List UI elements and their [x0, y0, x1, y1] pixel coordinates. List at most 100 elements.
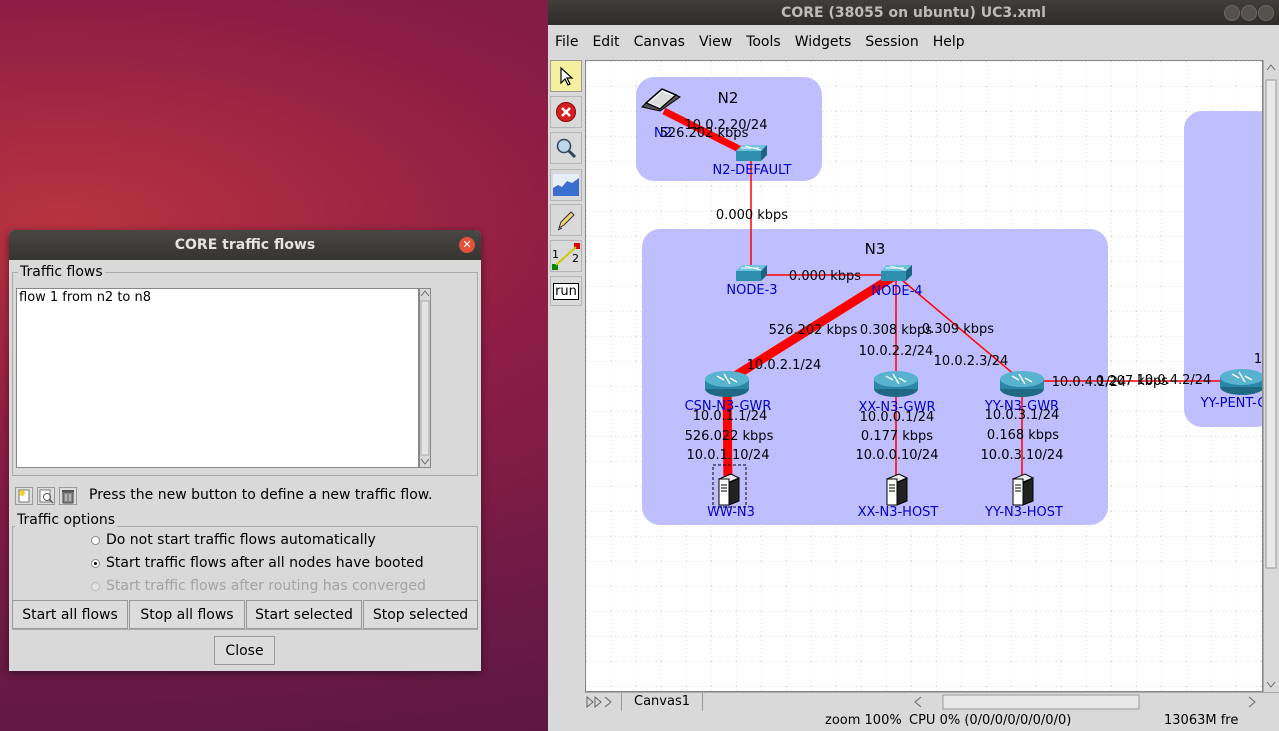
main-titlebar: CORE (38055 on ubuntu) UC3.xml [548, 0, 1279, 25]
list-item[interactable]: flow 1 from n2 to n8 [19, 290, 416, 305]
vertical-scroll-thumb[interactable] [1265, 79, 1277, 569]
left-toolbar: 1 2 run [548, 59, 585, 709]
menubar: File Edit Canvas View Tools Widgets Sess… [548, 28, 1279, 56]
menu-edit[interactable]: Edit [585, 34, 626, 50]
flow-list-scrollbar[interactable] [419, 288, 431, 468]
node-4[interactable] [880, 264, 913, 282]
marker-button[interactable] [550, 204, 582, 236]
node-3[interactable] [735, 264, 768, 282]
stop-all-flows-button[interactable]: Stop all flows [129, 600, 245, 629]
node-label: XX-N3-HOST [858, 505, 939, 520]
hscroll-right-icon[interactable] [1248, 696, 1256, 708]
tab-scroll-right-icon[interactable] [604, 696, 612, 708]
memory-status: 13063M fre [1164, 713, 1239, 728]
start-selected-button[interactable]: Start selected [246, 600, 362, 629]
node-ww-n3[interactable] [718, 473, 740, 506]
run-tool-label: run [553, 282, 579, 300]
select-tool-button[interactable] [550, 60, 582, 92]
menu-tools[interactable]: Tools [739, 34, 788, 50]
menu-file[interactable]: File [548, 34, 585, 50]
ip-label: 10.0.4.2/24 [1137, 373, 1212, 388]
server-icon [886, 473, 908, 506]
delete-flow-button[interactable] [59, 487, 77, 505]
traffic-flows-dialog: CORE traffic flows ✕ Traffic flows flow … [9, 230, 481, 671]
tab-canvas1[interactable]: Canvas1 [621, 693, 703, 711]
edit-flow-icon [39, 489, 54, 504]
node-yy-n3-gwr[interactable] [999, 370, 1045, 398]
node-label: YY-PENT-G [1200, 396, 1262, 411]
stop-button[interactable] [550, 96, 582, 128]
horizontal-scroll-thumb[interactable] [942, 694, 1140, 710]
group-label-n2: N2 [718, 89, 739, 107]
menu-session[interactable]: Session [858, 34, 925, 50]
scroll-thumb[interactable] [420, 300, 430, 456]
option-label: Do not start traffic flows automatically [106, 532, 376, 548]
ip-label: 10.0.2.2/24 [859, 344, 934, 359]
canvas-tabs-and-scrollbar: Canvas1 [585, 692, 1279, 711]
plot-icon [553, 174, 579, 196]
node-yy-pent-g[interactable] [1219, 368, 1262, 396]
node-yy-n3-host[interactable] [1012, 473, 1034, 506]
radio-button[interactable] [91, 535, 100, 545]
option-start-after-boot[interactable]: Start traffic flows after all nodes have… [91, 555, 424, 571]
tool-label-1: 1 [552, 248, 559, 261]
scroll-up-icon[interactable] [420, 290, 430, 297]
group-label-n3: N3 [865, 240, 886, 258]
network-canvas[interactable]: N2 N3 N2 N2-DEFAULT NODE-3 NODE-4 CSN-N3… [585, 60, 1263, 692]
option-no-autostart[interactable]: Do not start traffic flows automatically [91, 532, 376, 548]
rate-label: 0.168 kbps [987, 428, 1059, 443]
zoom-button[interactable] [550, 132, 582, 164]
ip-label: 10.0.1.1/24 [693, 409, 768, 424]
menu-canvas[interactable]: Canvas [627, 34, 692, 50]
close-icon[interactable] [1258, 5, 1274, 21]
start-all-flows-button[interactable]: Start all flows [12, 600, 128, 629]
hscroll-left-icon[interactable] [914, 696, 922, 708]
flow-list[interactable]: flow 1 from n2 to n8 [16, 288, 419, 468]
option-label: Start traffic flows after routing has co… [106, 578, 426, 594]
node-xx-n3-host[interactable] [886, 473, 908, 506]
router-icon [999, 370, 1045, 398]
menu-widgets[interactable]: Widgets [788, 34, 859, 50]
new-flow-button[interactable] [15, 487, 33, 505]
router-icon [704, 370, 750, 398]
close-button[interactable]: Close [214, 636, 275, 665]
scroll-up-icon[interactable] [1266, 64, 1276, 71]
edge-fragment-label: 1 [1254, 352, 1262, 367]
node-label: NODE-4 [871, 284, 922, 299]
edit-flow-button[interactable] [37, 487, 55, 505]
menu-help[interactable]: Help [926, 34, 972, 50]
scroll-down-icon[interactable] [420, 458, 430, 465]
run-tool-button[interactable]: run [550, 276, 582, 306]
rate-label: 526.202 kbps [660, 126, 749, 141]
window-title: CORE (38055 on ubuntu) UC3.xml [781, 4, 1046, 21]
close-icon[interactable]: ✕ [459, 237, 475, 253]
maximize-icon[interactable] [1241, 5, 1257, 21]
node-n2-default[interactable] [735, 144, 768, 162]
trash-icon [62, 490, 74, 504]
traffic-options-group-label: Traffic options [15, 512, 118, 528]
server-icon [718, 473, 740, 506]
minimize-icon[interactable] [1224, 5, 1240, 21]
throughput-plot-button[interactable] [550, 169, 582, 201]
router-icon [873, 370, 919, 398]
ip-label: 10.0.0.1/24 [860, 410, 935, 425]
scroll-down-icon[interactable] [1266, 681, 1276, 688]
zoom-status: zoom 100% [825, 713, 902, 728]
core-main-window: CORE (38055 on ubuntu) UC3.xml File Edit… [548, 0, 1279, 731]
rate-label: 0.000 kbps [789, 269, 861, 284]
vertical-scrollbar[interactable] [1263, 60, 1278, 692]
new-flow-icon [18, 489, 30, 503]
rate-label: 0.177 kbps [861, 429, 933, 444]
stop-selected-button[interactable]: Stop selected [363, 600, 478, 629]
node-xx-n3-gwr[interactable] [873, 370, 919, 398]
rate-label: 0.000 kbps [716, 208, 788, 223]
node-csn-n3-gwr[interactable] [704, 370, 750, 398]
two-node-tool-button[interactable]: 1 2 [550, 240, 582, 272]
router-icon [1219, 368, 1262, 396]
menu-view[interactable]: View [692, 34, 739, 50]
switch-icon [735, 264, 768, 282]
tab-scroll-left-icon[interactable] [586, 695, 602, 709]
radio-button-selected[interactable] [91, 558, 100, 568]
magnifier-icon [556, 138, 577, 159]
ip-label: 10.0.3.10/24 [981, 448, 1064, 463]
